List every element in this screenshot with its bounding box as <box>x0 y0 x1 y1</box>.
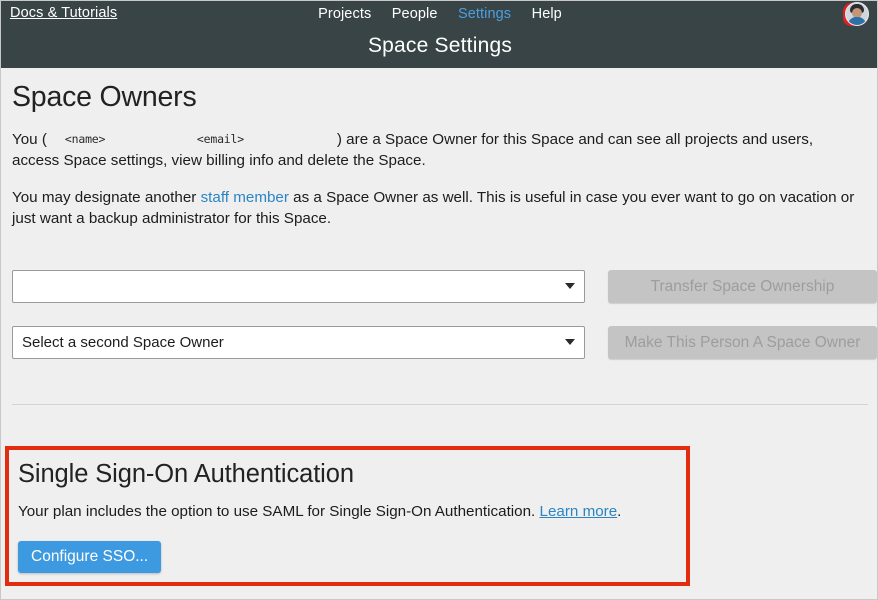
sso-description-paragraph: Your plan includes the option to use SAM… <box>18 503 621 520</box>
primary-nav: Projects People Settings Help <box>1 5 878 23</box>
owner-description-paragraph: You (<name><email>) are a Space Owner fo… <box>12 129 862 171</box>
designate-text-before-link: You may designate another <box>12 189 201 206</box>
chevron-down-icon <box>565 283 575 289</box>
second-owner-select-value: Select a second Space Owner <box>22 334 224 351</box>
nav-item-projects[interactable]: Projects <box>318 6 371 22</box>
chevron-down-icon <box>565 339 575 345</box>
nav-row: Docs & Tutorials Projects People Setting… <box>1 1 878 29</box>
section-heading-sso: Single Sign-On Authentication <box>18 460 354 489</box>
nav-item-settings[interactable]: Settings <box>458 6 511 22</box>
configure-sso-button[interactable]: Configure SSO... <box>18 541 161 573</box>
sso-text-before-link: Your plan includes the option to use SAM… <box>18 503 540 520</box>
main-content: Space Owners You (<name><email>) are a S… <box>1 68 877 599</box>
redacted-email-placeholder: <email> <box>197 129 337 150</box>
app-window: Docs & Tutorials Projects People Setting… <box>0 0 878 600</box>
redacted-name-placeholder: <name> <box>47 129 197 150</box>
section-divider <box>12 404 868 405</box>
single-sign-on-section: Single Sign-On Authentication Your plan … <box>5 446 690 586</box>
owner-paragraph-prefix: You ( <box>12 131 47 148</box>
nav-item-help[interactable]: Help <box>532 6 562 22</box>
avatar-body <box>848 17 866 26</box>
staff-member-link[interactable]: staff member <box>201 189 289 206</box>
transfer-space-ownership-button[interactable]: Transfer Space Ownership <box>608 270 877 303</box>
make-person-space-owner-button[interactable]: Make This Person A Space Owner <box>608 326 877 359</box>
transfer-owner-select[interactable] <box>12 270 585 303</box>
transfer-ownership-row: Transfer Space Ownership <box>12 270 868 303</box>
learn-more-link[interactable]: Learn more <box>540 503 618 520</box>
nav-item-people[interactable]: People <box>392 6 438 22</box>
designate-owner-paragraph: You may designate another staff member a… <box>12 187 862 229</box>
page-title: Space Settings <box>1 34 878 58</box>
user-avatar-button[interactable] <box>843 2 869 28</box>
second-owner-select[interactable]: Select a second Space Owner <box>12 326 585 359</box>
sso-text-after-link: . <box>617 503 621 520</box>
avatar <box>845 2 869 26</box>
top-navigation-bar: Docs & Tutorials Projects People Setting… <box>1 1 878 68</box>
second-owner-row: Select a second Space Owner Make This Pe… <box>12 326 868 359</box>
section-heading-space-owners: Space Owners <box>12 81 197 114</box>
